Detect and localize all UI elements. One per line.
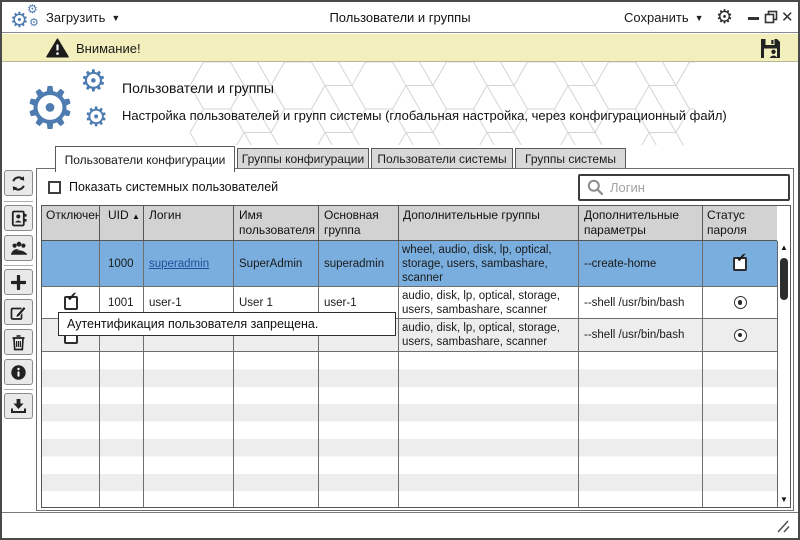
table-header-row: Отключен UID ▲ Логин Имя пользователя Ос… <box>42 206 777 241</box>
check-icon: ✔ <box>736 252 747 266</box>
column-header-login[interactable]: Логин <box>144 206 234 240</box>
column-header-primary-group[interactable]: Основная группа <box>319 206 399 240</box>
password-status-cell <box>703 287 777 318</box>
username-cell: SuperAdmin <box>234 241 319 286</box>
page-title: Пользователи и группы <box>122 80 274 96</box>
app-window: ⚙ ⚙ ⚙ Загрузить ▼ Пользователи и группы … <box>0 0 800 540</box>
user-groups-button[interactable] <box>4 235 33 261</box>
toolbar-separator <box>4 201 33 202</box>
warning-triangle-icon <box>46 38 69 63</box>
column-header-extra-groups[interactable]: Дополнительные группы <box>399 206 579 240</box>
info-icon <box>10 364 27 381</box>
search-input[interactable] <box>610 180 788 195</box>
honeycomb-pattern <box>190 62 695 145</box>
column-header-extra-params[interactable]: Дополнительные параметры <box>579 206 703 240</box>
password-status-radio-icon <box>734 296 747 309</box>
login-link[interactable]: superadmin <box>149 257 209 271</box>
password-status-cell <box>703 319 777 351</box>
resize-grip[interactable] <box>774 518 792 534</box>
toolbar-separator <box>4 265 33 266</box>
login-cell: superadmin <box>144 241 234 286</box>
toolbar-separator <box>4 389 33 390</box>
warning-bar: Внимание! <box>2 34 798 62</box>
vertical-scrollbar[interactable]: ▲ ▼ <box>777 241 790 507</box>
plus-icon <box>11 275 26 290</box>
scrollbar-thumb[interactable] <box>780 258 788 300</box>
info-button[interactable] <box>4 359 33 385</box>
close-button[interactable]: ✕ <box>781 8 794 26</box>
settings-gear-icon[interactable]: ⚙ <box>716 6 733 28</box>
page-subtitle: Настройка пользователей и групп системы … <box>122 108 727 123</box>
extra-params-cell: --shell /usr/bin/bash <box>579 319 703 351</box>
column-header-username[interactable]: Имя пользователя <box>234 206 319 240</box>
refresh-button[interactable] <box>4 170 33 196</box>
tab-config-users[interactable]: Пользователи конфигурации <box>55 146 235 172</box>
show-system-users-checkbox[interactable] <box>48 181 61 194</box>
page-header: ⚙ ⚙ ⚙ Пользователи и группы Настройка по… <box>2 62 798 145</box>
disabled-cell <box>42 241 100 286</box>
extra-params-cell: --create-home <box>579 241 703 286</box>
save-menu-button[interactable]: Сохранить ▼ <box>624 2 704 33</box>
table-row-superadmin[interactable]: 1000 superadmin SuperAdmin superadmin wh… <box>42 241 777 287</box>
extra-groups-cell: wheel, audio, disk, lp, optical, storage… <box>399 241 579 286</box>
refresh-icon <box>10 175 27 192</box>
status-bar <box>2 512 798 538</box>
warning-text: Внимание! <box>76 41 141 56</box>
address-book-icon <box>11 210 27 227</box>
floppy-save-icon <box>759 37 782 60</box>
save-users-button[interactable] <box>759 37 782 65</box>
import-download-icon <box>10 398 27 414</box>
search-icon <box>587 179 604 196</box>
tab-config-groups[interactable]: Группы конфигурации <box>237 148 369 169</box>
sort-asc-icon: ▲ <box>132 212 140 221</box>
table-empty-rows <box>42 352 777 507</box>
show-system-users-label: Показать системных пользователей <box>69 180 278 194</box>
edit-user-button[interactable] <box>4 299 33 325</box>
user-groups-icon <box>10 240 28 256</box>
uid-cell: 1000 <box>100 241 144 286</box>
delete-user-button[interactable] <box>4 329 33 355</box>
scroll-up-button[interactable]: ▲ <box>778 241 790 255</box>
column-header-disabled[interactable]: Отключен <box>42 206 100 240</box>
password-status-radio-icon <box>734 329 747 342</box>
password-status-checkbox-checked[interactable]: ✔ <box>733 257 747 271</box>
add-user-button[interactable] <box>4 269 33 295</box>
address-book-button[interactable] <box>4 205 33 231</box>
extra-groups-cell: audio, disk, lp, optical, storage, users… <box>399 319 579 351</box>
tab-system-users[interactable]: Пользователи системы <box>371 148 513 169</box>
chevron-down-icon: ▼ <box>695 13 704 23</box>
check-icon: ✔ <box>67 291 78 305</box>
trash-icon <box>11 334 26 351</box>
edit-pencil-icon <box>10 304 27 321</box>
gears-logo-icon: ⚙ ⚙ ⚙ <box>24 68 120 140</box>
extra-params-cell: --shell /usr/bin/bash <box>579 287 703 318</box>
tooltip: Аутентификация пользователя запрещена. <box>58 312 396 336</box>
primary-group-cell: superadmin <box>319 241 399 286</box>
maximize-button[interactable] <box>764 10 778 24</box>
login-search-box <box>578 174 790 201</box>
disabled-checkbox-checked[interactable]: ✔ <box>64 296 78 310</box>
scroll-down-button[interactable]: ▼ <box>778 493 790 507</box>
import-users-button[interactable] <box>4 393 33 419</box>
tab-system-groups[interactable]: Группы системы <box>515 148 626 169</box>
column-header-password-status[interactable]: Статус пароля <box>703 206 777 240</box>
save-label: Сохранить <box>624 10 689 25</box>
users-table: Отключен UID ▲ Логин Имя пользователя Ос… <box>41 205 791 508</box>
extra-groups-cell: audio, disk, lp, optical, storage, users… <box>399 287 579 318</box>
column-header-uid[interactable]: UID ▲ <box>100 206 144 240</box>
password-status-cell: ✔ <box>703 241 777 286</box>
maximize-icon <box>764 10 778 24</box>
title-bar: ⚙ ⚙ ⚙ Загрузить ▼ Пользователи и группы … <box>2 2 798 33</box>
minimize-button[interactable] <box>748 17 759 20</box>
